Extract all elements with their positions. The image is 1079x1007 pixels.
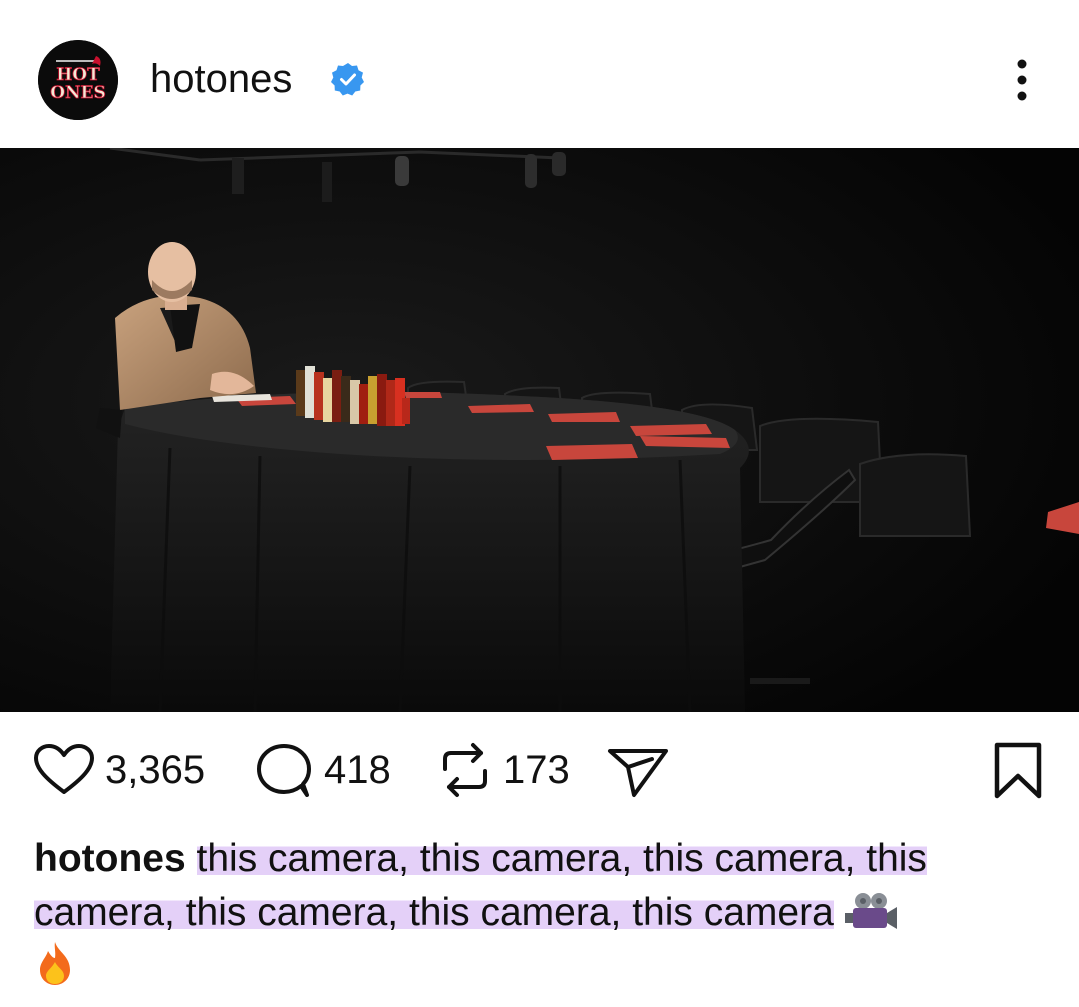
repost-count: 173 xyxy=(503,748,570,792)
repost-button[interactable]: 173 xyxy=(437,741,570,799)
comment-button[interactable]: 418 xyxy=(254,741,391,799)
heart-icon xyxy=(34,744,94,794)
comment-bubble-icon xyxy=(257,744,311,797)
post-image[interactable] xyxy=(0,148,1079,712)
verified-badge-icon xyxy=(331,63,364,96)
hot-ones-logo[interactable]: HOT ONES xyxy=(38,40,118,120)
repost-icon xyxy=(443,743,487,797)
movie-camera-icon xyxy=(844,893,897,929)
fire-icon xyxy=(40,942,70,985)
caption-author[interactable]: hotones xyxy=(34,837,186,880)
comment-count: 418 xyxy=(324,748,391,792)
bookmark-icon[interactable] xyxy=(992,742,1044,800)
like-button[interactable]: 3,365 xyxy=(33,741,205,799)
send-icon xyxy=(608,749,668,797)
svg-text:HOT: HOT xyxy=(56,65,100,85)
share-button[interactable] xyxy=(606,741,670,799)
svg-text:ONES: ONES xyxy=(50,83,106,103)
post-caption: hotones this camera, this camera, this c… xyxy=(34,832,1054,995)
post-header: HOT ONES hotones xyxy=(0,0,1079,148)
more-vertical-icon[interactable] xyxy=(1006,56,1038,104)
action-bar: 3,365 418 173 xyxy=(0,712,1079,832)
like-count: 3,365 xyxy=(105,748,206,792)
username[interactable]: hotones xyxy=(150,55,292,103)
